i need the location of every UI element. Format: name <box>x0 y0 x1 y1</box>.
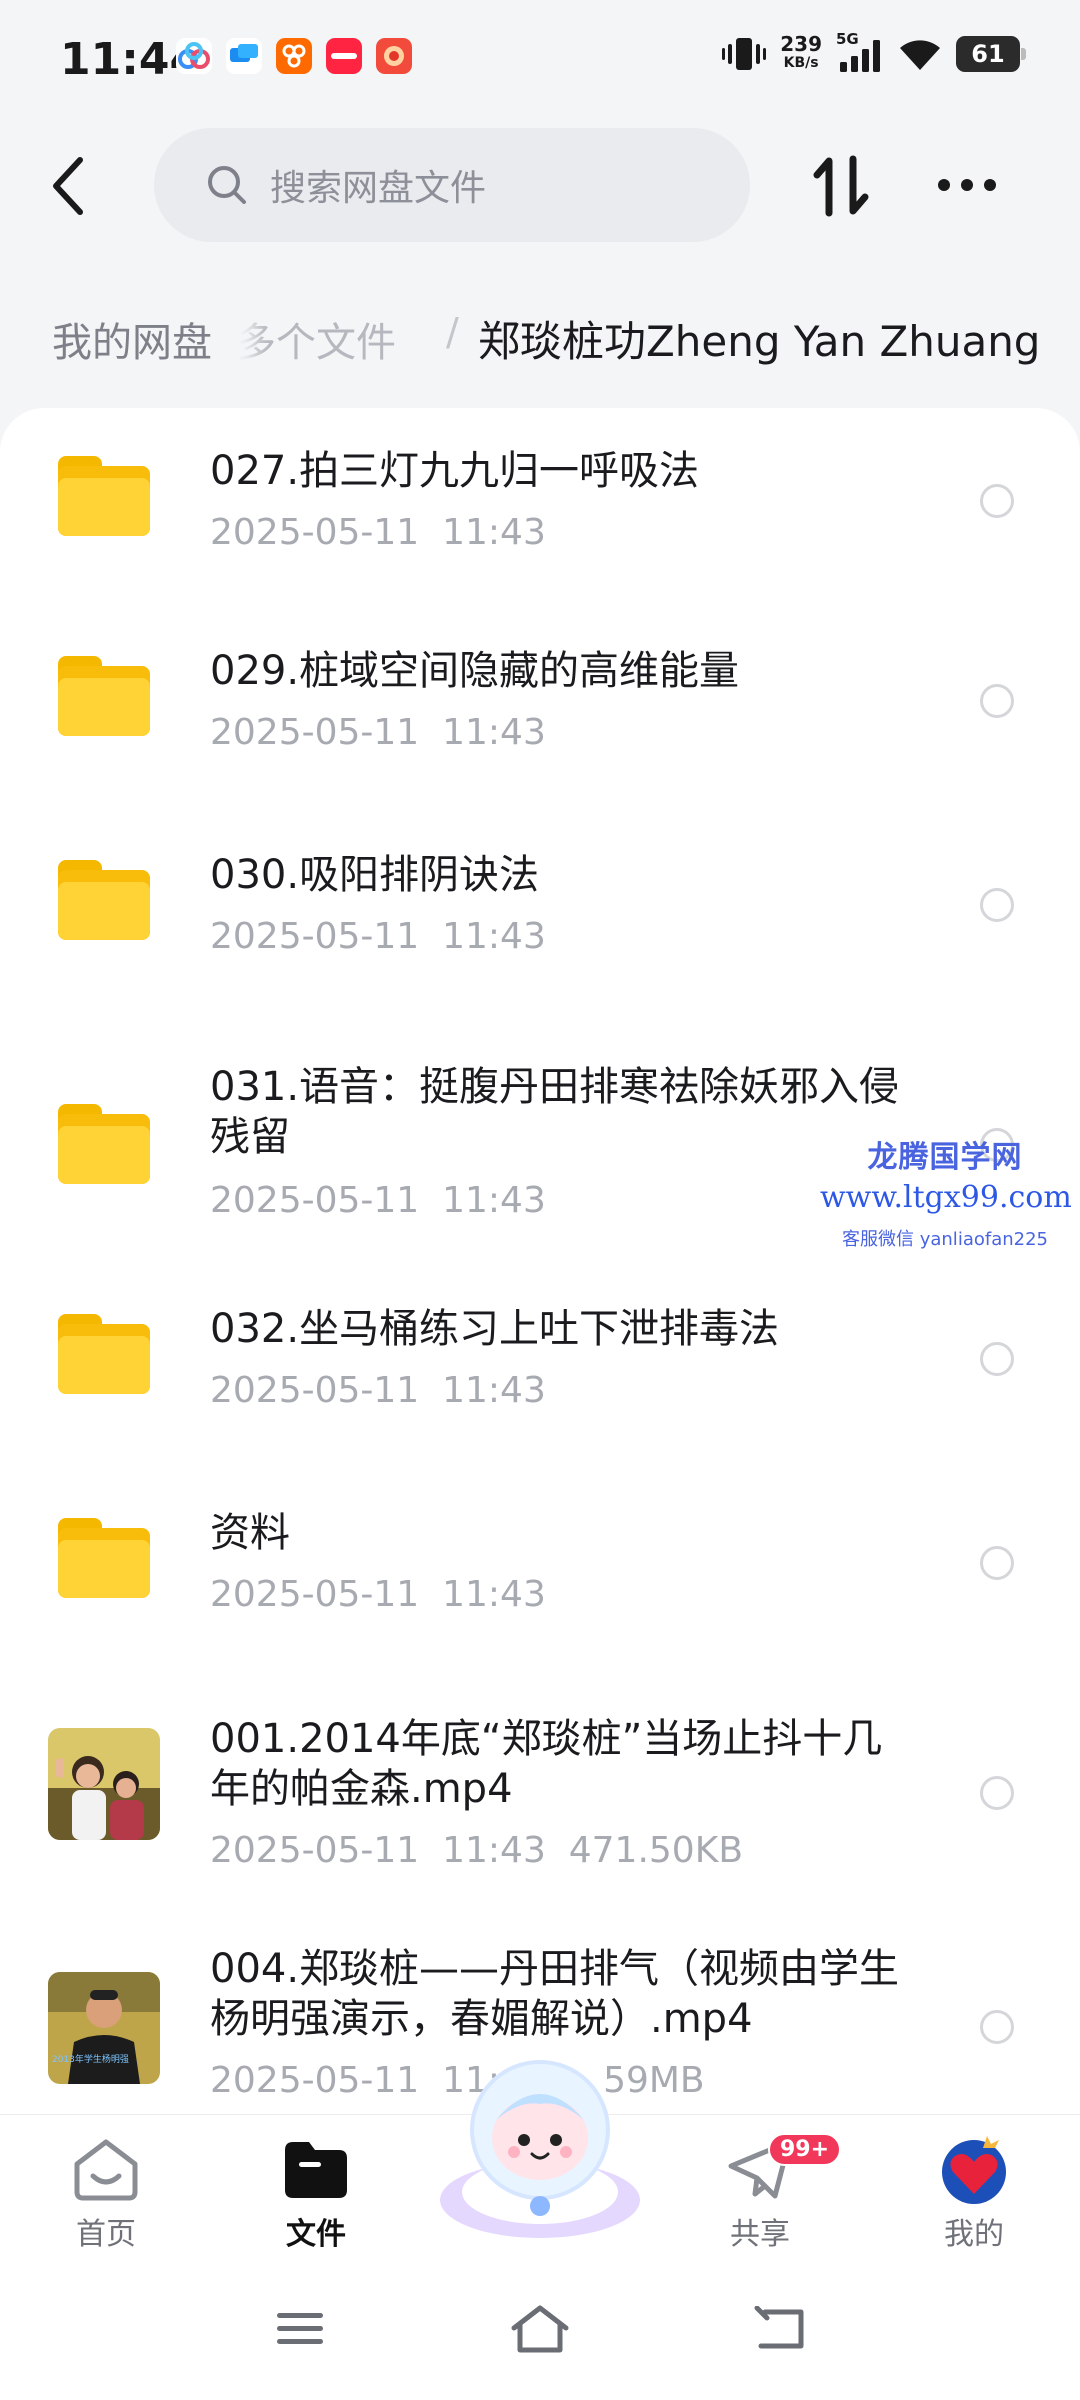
nav-files[interactable]: 文件 <box>246 2133 386 2253</box>
more-options-button[interactable] <box>932 160 1002 210</box>
file-name: 001.2014年底“郑琰桩”当场止抖十几年的帕金森.mp4 <box>210 1716 883 1812</box>
search-icon <box>208 166 246 204</box>
folder-icon <box>48 1104 160 1188</box>
notification-icons <box>176 38 412 74</box>
select-checkbox[interactable] <box>980 1546 1014 1580</box>
ai-assistant-button[interactable] <box>430 2050 650 2240</box>
cellular-signal-icon: 5G <box>836 30 884 74</box>
sort-button[interactable] <box>806 150 876 222</box>
file-name: 029.桩域空间隐藏的高维能量 <box>210 648 740 694</box>
nav-mine[interactable]: 我的 <box>904 2133 1044 2253</box>
file-meta: 2025-05-11 11:43 <box>210 712 546 753</box>
home-button[interactable] <box>500 2294 580 2364</box>
recent-apps-button[interactable] <box>260 2294 340 2364</box>
select-checkbox[interactable] <box>980 1776 1014 1810</box>
file-name: 030.吸阳排阴诀法 <box>210 852 540 898</box>
file-name: 004.郑琰桩——丹田排气（视频由学生杨明强演示，春媚解说）.mp4 <box>210 1946 900 2042</box>
file-name: 031.语音：挺腹丹田排寒祛除妖邪入侵残留 <box>210 1064 900 1160</box>
file-row[interactable]: 032.坐马桶练习上吐下泄排毒法 2025-05-11 11:43 <box>0 1266 1080 1470</box>
back-button[interactable] <box>38 150 98 222</box>
file-row[interactable]: 030.吸阳排阴诀法 2025-05-11 11:43 <box>0 816 1080 1020</box>
select-checkbox[interactable] <box>980 484 1014 518</box>
folder-icon <box>48 456 160 540</box>
folder-icon <box>48 656 160 740</box>
taobao-icon <box>276 38 312 74</box>
nav-share-label: 共享 <box>730 2217 790 2252</box>
home-outline-icon <box>511 2305 569 2353</box>
nav-share[interactable]: 99+ 共享 <box>690 2133 842 2253</box>
folder-icon <box>48 1314 160 1398</box>
chevron-left-icon <box>53 157 83 215</box>
xiaohongshu-icon <box>326 38 362 74</box>
breadcrumb-separator: / <box>446 310 459 354</box>
avatar-heart-icon <box>942 2136 1006 2204</box>
search-input[interactable]: 搜索网盘文件 <box>154 128 750 242</box>
watermark-url: www.ltgx99.com <box>820 1180 1072 1215</box>
nav-home-label: 首页 <box>76 2217 136 2252</box>
file-meta: 2025-05-11 11:43 <box>210 916 546 957</box>
back-system-button[interactable] <box>740 2294 820 2364</box>
network-speed: 239 KB/s <box>780 32 822 71</box>
video-thumbnail <box>48 1728 160 1840</box>
menu-icon <box>277 2313 323 2344</box>
file-meta: 2025-05-11 11:43 <box>210 1370 546 1411</box>
back-arrow-icon <box>754 2306 804 2349</box>
more-icon <box>938 179 996 191</box>
file-name: 资料 <box>210 1510 290 1556</box>
file-name: 027.拍三灯九九归一呼吸法 <box>210 448 700 494</box>
select-checkbox[interactable] <box>980 684 1014 718</box>
select-checkbox[interactable] <box>980 2010 1014 2044</box>
status-bar: 11:44 239 KB/s 5G 61 <box>0 0 1080 118</box>
file-row[interactable]: 资料 2025-05-11 11:43 <box>0 1470 1080 1674</box>
file-meta: 2025-05-11 11:43 <box>210 512 546 553</box>
file-name: 032.坐马桶练习上吐下泄排毒法 <box>210 1306 780 1352</box>
battery-indicator: 61 <box>956 36 1026 72</box>
nav-mine-label: 我的 <box>944 2217 1004 2252</box>
baidu-netdisk-icon <box>176 38 212 74</box>
file-row[interactable]: 029.桩域空间隐藏的高维能量 2025-05-11 11:43 <box>0 612 1080 816</box>
watermark-contact: 客服微信 yanliaofan225 <box>842 1229 1048 1250</box>
folder-icon <box>48 1518 160 1602</box>
mascot-icon <box>440 2060 640 2238</box>
file-row[interactable]: 027.拍三灯九九归一呼吸法 2025-05-11 11:43 <box>0 408 1080 612</box>
file-meta: 2025-05-11 11:43 <box>210 1574 546 1615</box>
breadcrumb: 等多个文件 我的网盘 / 郑琰桩功Zheng Yan Zhuang <box>0 292 1080 382</box>
file-meta: 2025-05-11 11:43 <box>210 1180 546 1221</box>
status-right: 239 KB/s 5G 61 <box>722 30 1026 74</box>
watermark: 龙腾国学网 www.ltgx99.com 客服微信 yanliaofan225 <box>820 1132 1072 1251</box>
food-app-icon <box>376 38 412 74</box>
folder-filled-icon <box>285 2142 347 2198</box>
select-checkbox[interactable] <box>980 888 1014 922</box>
wifi-icon <box>900 40 940 70</box>
file-row[interactable]: 001.2014年底“郑琰桩”当场止抖十几年的帕金森.mp4 2025-05-1… <box>0 1674 1080 1914</box>
message-icon <box>226 38 262 74</box>
file-meta: 2025-05-11 11:43 471.50KB <box>210 1830 744 1871</box>
thumbnail-caption: 2013年学生杨明强 <box>52 2055 129 2065</box>
system-nav-bar <box>0 2264 1080 2400</box>
video-thumbnail: 2013年学生杨明强 <box>48 1972 160 2084</box>
vibrate-icon <box>722 38 767 70</box>
search-placeholder: 搜索网盘文件 <box>270 168 487 209</box>
breadcrumb-root[interactable]: 我的网盘 <box>28 300 236 378</box>
breadcrumb-current: 郑琰桩功Zheng Yan Zhuang <box>478 317 1041 366</box>
nav-home[interactable]: 首页 <box>36 2133 176 2253</box>
file-list: 027.拍三灯九九归一呼吸法 2025-05-11 11:43 029.桩域空间… <box>0 408 1080 2116</box>
select-checkbox[interactable] <box>980 1342 1014 1376</box>
watermark-title: 龙腾国学网 <box>867 1140 1023 1175</box>
folder-icon <box>48 860 160 944</box>
nav-files-label: 文件 <box>286 2217 346 2252</box>
home-icon <box>74 2139 138 2201</box>
sort-icon <box>813 155 869 217</box>
share-badge: 99+ <box>768 2133 842 2166</box>
